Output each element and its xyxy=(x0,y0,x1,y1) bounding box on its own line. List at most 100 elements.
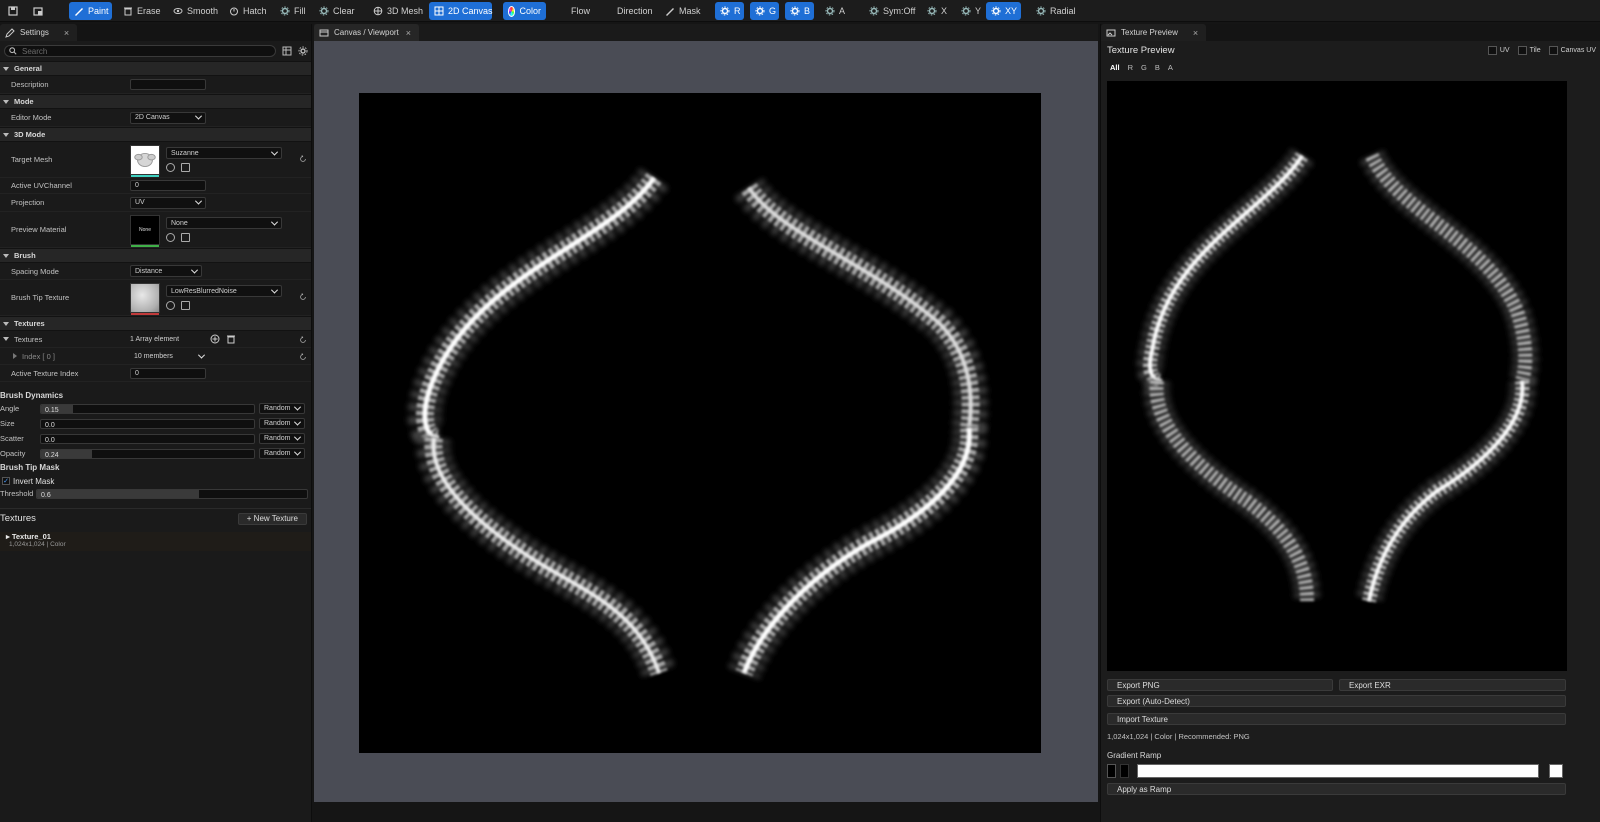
fill-tool-button[interactable]: Fill xyxy=(275,2,311,20)
brush-tip-dropdown[interactable]: LowResBlurredNoise xyxy=(166,285,282,297)
preview-material-dropdown[interactable]: None xyxy=(166,217,282,229)
use-selected-icon[interactable] xyxy=(166,163,175,172)
close-icon[interactable]: × xyxy=(1193,28,1198,38)
sym-xy-toggle[interactable]: XY xyxy=(986,2,1021,20)
close-icon[interactable]: × xyxy=(406,28,411,38)
reset-icon[interactable] xyxy=(299,353,307,361)
uv-toggle[interactable]: UV xyxy=(1487,45,1510,55)
export-auto-button[interactable]: Export (Auto-Detect) xyxy=(1107,695,1566,707)
mask-mode-button[interactable]: Mask xyxy=(660,2,706,20)
channel-tab-g[interactable]: G xyxy=(1141,63,1147,72)
ramp-stop-dark[interactable] xyxy=(1120,764,1129,778)
settings-gear-icon[interactable] xyxy=(298,46,308,56)
ramp-gradient-bar[interactable] xyxy=(1137,764,1539,778)
browse-icon[interactable] xyxy=(181,301,190,310)
clear-tool-button[interactable]: Clear xyxy=(314,2,360,20)
mesh3d-mode-button[interactable]: 3D Mesh xyxy=(368,2,428,20)
angle-mode-dropdown[interactable]: Random xyxy=(259,403,305,414)
new-texture-button[interactable]: + New Texture xyxy=(237,512,307,525)
close-icon[interactable]: × xyxy=(64,28,69,38)
browse-icon[interactable] xyxy=(181,163,190,172)
texture-info: 1,024x1,024 | Color | Recommended: PNG xyxy=(1107,732,1250,741)
uv-checkbox[interactable] xyxy=(1487,45,1497,55)
opacity-mode-dropdown[interactable]: Random xyxy=(259,448,305,459)
reset-icon[interactable] xyxy=(299,155,307,163)
channel-g-toggle[interactable]: G xyxy=(750,2,779,20)
material-thumbnail[interactable]: None xyxy=(130,214,160,247)
texture-index-label[interactable]: Index [ 0 ] xyxy=(0,352,130,361)
use-selected-icon[interactable] xyxy=(166,301,175,310)
open-folder-icon[interactable] xyxy=(28,2,48,20)
invert-mask-checkbox[interactable]: ✓ xyxy=(2,477,10,485)
channel-tab-b[interactable]: B xyxy=(1155,63,1160,72)
erase-tool-button[interactable]: Erase xyxy=(118,2,166,20)
table-view-icon[interactable] xyxy=(282,46,292,56)
texture-index-dropdown[interactable]: 10 members xyxy=(130,350,208,362)
list-item[interactable]: ▸ Texture_01 1,024x1,024 | Color xyxy=(0,532,311,551)
canvas-uv-checkbox[interactable] xyxy=(1548,45,1558,55)
export-exr-button[interactable]: Export EXR xyxy=(1339,679,1566,691)
section-3d-mode[interactable]: 3D Mode xyxy=(0,127,311,142)
target-mesh-dropdown[interactable]: Suzanne xyxy=(166,147,282,159)
spacing-mode-dropdown[interactable]: Distance xyxy=(130,265,202,277)
canvas-uv-toggle[interactable]: Canvas UV xyxy=(1548,45,1596,55)
reset-icon[interactable] xyxy=(299,336,307,344)
channel-tab-r[interactable]: R xyxy=(1128,63,1133,72)
size-mode-dropdown[interactable]: Random xyxy=(259,418,305,429)
settings-tab[interactable]: Settings × xyxy=(0,24,78,41)
apply-ramp-button[interactable]: Apply as Ramp xyxy=(1107,783,1566,795)
section-brush[interactable]: Brush xyxy=(0,248,311,263)
symmetry-toggle[interactable]: Sym:Off xyxy=(864,2,920,20)
tile-toggle[interactable]: Tile xyxy=(1517,45,1541,55)
mesh-icon xyxy=(373,6,383,16)
channel-r-toggle[interactable]: R xyxy=(715,2,744,20)
ramp-stop-white[interactable] xyxy=(1549,764,1563,778)
use-selected-icon[interactable] xyxy=(166,233,175,242)
channel-a-toggle[interactable]: A xyxy=(820,2,850,20)
opacity-slider[interactable]: 0.24 xyxy=(40,448,255,459)
ramp-stop-black[interactable] xyxy=(1107,764,1116,778)
section-mode[interactable]: Mode xyxy=(0,94,311,109)
scatter-slider[interactable]: 0.0 xyxy=(40,433,255,444)
threshold-slider[interactable]: 0.6 xyxy=(36,488,308,499)
size-slider[interactable]: 0.0 xyxy=(40,418,255,429)
search-input[interactable]: Search xyxy=(4,45,276,57)
import-texture-button[interactable]: Import Texture xyxy=(1107,713,1566,725)
sym-y-toggle[interactable]: Y xyxy=(956,2,986,20)
section-textures[interactable]: Textures xyxy=(0,316,311,331)
scatter-mode-dropdown[interactable]: Random xyxy=(259,433,305,444)
channel-tab-all[interactable]: All xyxy=(1110,63,1120,72)
color-mode-button[interactable]: Color xyxy=(503,2,546,20)
paint-tool-button[interactable]: Paint xyxy=(69,2,112,20)
editor-mode-dropdown[interactable]: 2D Canvas xyxy=(130,111,206,124)
canvas2d-mode-button[interactable]: 2D Canvas xyxy=(429,2,493,20)
section-general[interactable]: General xyxy=(0,61,311,76)
sym-radial-toggle[interactable]: Radial xyxy=(1031,2,1081,20)
paint-canvas[interactable] xyxy=(359,93,1041,753)
reset-icon[interactable] xyxy=(299,293,307,301)
browse-icon[interactable] xyxy=(181,233,190,242)
tile-checkbox[interactable] xyxy=(1517,45,1527,55)
brush-tip-thumbnail[interactable] xyxy=(130,282,160,315)
texture-preview-tab[interactable]: Texture Preview × xyxy=(1101,24,1207,41)
trash-icon[interactable] xyxy=(226,334,236,344)
uv-channel-field[interactable]: 0 xyxy=(130,180,206,191)
gear-icon xyxy=(927,6,937,16)
projection-dropdown[interactable]: UV xyxy=(130,196,206,209)
gradient-ramp[interactable] xyxy=(1107,763,1563,779)
channel-tab-a[interactable]: A xyxy=(1168,63,1173,72)
flow-mode-button[interactable]: Flow xyxy=(566,2,595,20)
description-field[interactable] xyxy=(130,79,206,90)
viewport-tab[interactable]: Canvas / Viewport × xyxy=(314,24,420,41)
sym-x-toggle[interactable]: X xyxy=(922,2,952,20)
save-icon[interactable] xyxy=(3,2,23,20)
add-element-icon[interactable] xyxy=(210,334,220,344)
mesh-thumbnail[interactable] xyxy=(130,144,160,177)
smooth-tool-button[interactable]: Smooth xyxy=(168,2,223,20)
export-png-button[interactable]: Export PNG xyxy=(1107,679,1333,691)
direction-mode-button[interactable]: Direction xyxy=(612,2,658,20)
active-texture-index-field[interactable]: 0 xyxy=(130,367,206,379)
channel-b-toggle[interactable]: B xyxy=(785,2,814,20)
angle-slider[interactable]: 0.15 xyxy=(40,403,255,414)
hatch-tool-button[interactable]: Hatch xyxy=(224,2,272,20)
